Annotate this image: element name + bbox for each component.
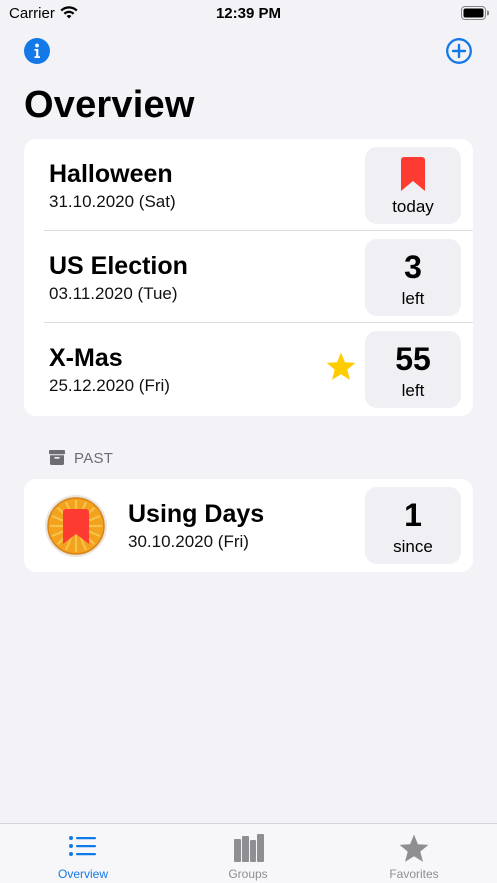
event-name: Using Days xyxy=(128,500,265,528)
star-icon xyxy=(399,834,429,862)
event-name: Halloween xyxy=(49,160,173,188)
days-count: 3 xyxy=(404,249,422,285)
tab-favorites[interactable]: Favorites xyxy=(354,824,474,883)
tab-label: Overview xyxy=(57,867,108,881)
days-unit: left xyxy=(401,381,425,400)
clock: 12:39 PM xyxy=(215,5,282,22)
battery-icon xyxy=(461,6,490,25)
plus-circle-icon xyxy=(446,38,472,64)
days-count-box: 1 since xyxy=(365,487,461,564)
days-unit: today xyxy=(392,197,434,216)
days-count-box: 55 left xyxy=(365,331,461,408)
days-unit: since xyxy=(393,537,433,556)
event-name: US Election xyxy=(49,252,188,280)
event-date: 31.10.2020 (Sat) xyxy=(49,192,176,211)
event-row-halloween[interactable]: Halloween 31.10.2020 (Sat) today xyxy=(24,139,473,231)
event-row-us-election[interactable]: US Election 03.11.2020 (Tue) 3 left xyxy=(24,231,473,323)
days-count-box: today xyxy=(365,147,461,224)
days-count-box: 3 left xyxy=(365,239,461,316)
archive-icon xyxy=(49,450,65,470)
upcoming-events-card: Halloween 31.10.2020 (Sat) today US Elec… xyxy=(24,139,473,416)
tab-label: Favorites xyxy=(389,867,439,881)
event-date: 30.10.2020 (Fri) xyxy=(128,532,249,551)
page-title: Overview xyxy=(24,84,195,126)
past-events-card: Using Days 30.10.2020 (Fri) 1 since xyxy=(24,479,473,572)
event-row-x-mas[interactable]: X-Mas 25.12.2020 (Fri) 55 left xyxy=(24,323,473,415)
tab-bar: Overview Groups Favorites xyxy=(0,823,497,883)
status-bar: Carrier 12:39 PM xyxy=(0,0,497,28)
event-date: 25.12.2020 (Fri) xyxy=(49,376,170,395)
tab-label: Groups xyxy=(228,867,268,881)
days-count: 1 xyxy=(404,497,422,533)
event-name: X-Mas xyxy=(49,344,123,372)
favorite-star-icon xyxy=(326,352,356,386)
info-icon xyxy=(24,38,50,64)
past-section-label: PAST xyxy=(74,450,114,467)
days-unit: left xyxy=(401,289,425,308)
event-date: 03.11.2020 (Tue) xyxy=(49,284,178,303)
days-count: 55 xyxy=(395,341,431,377)
list-icon xyxy=(69,836,96,856)
tab-groups[interactable]: Groups xyxy=(188,824,308,883)
books-icon xyxy=(234,834,264,862)
bookmark-icon xyxy=(401,157,425,196)
event-row-using-days[interactable]: Using Days 30.10.2020 (Fri) 1 since xyxy=(24,479,473,571)
tab-overview[interactable]: Overview xyxy=(23,824,143,883)
app-badge-icon xyxy=(44,494,108,563)
add-event-button[interactable] xyxy=(446,38,472,64)
info-button[interactable] xyxy=(24,38,50,64)
